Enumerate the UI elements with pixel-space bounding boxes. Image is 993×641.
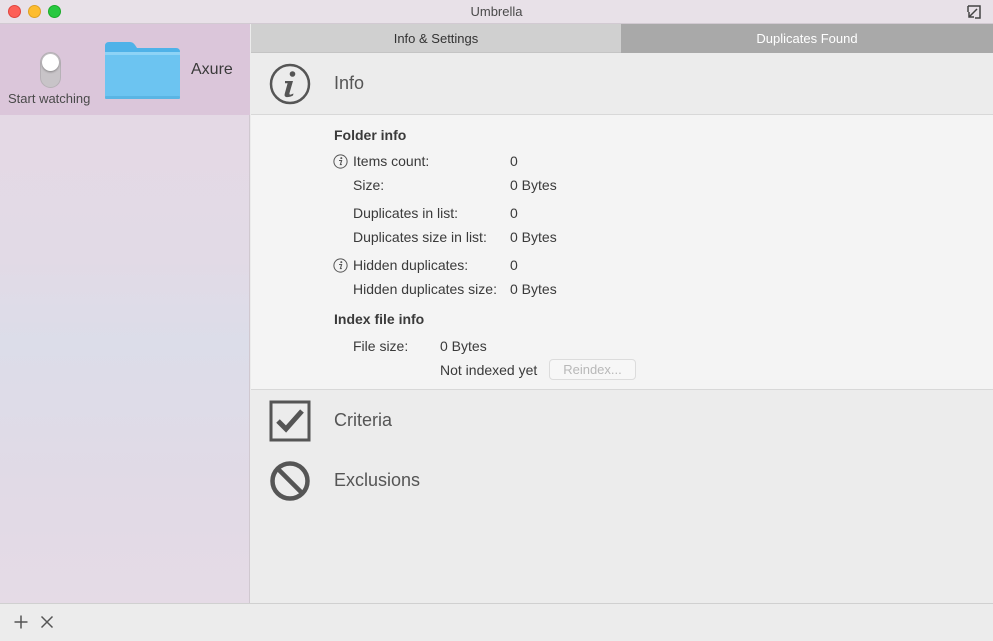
toggle-knob xyxy=(42,54,59,71)
hidden-duplicates-label: Hidden duplicates: xyxy=(353,257,469,273)
watched-folder-item[interactable]: Start watching Axure xyxy=(0,24,250,115)
reindex-button[interactable]: Reindex... xyxy=(549,359,636,380)
duplicates-size-value: 0 Bytes xyxy=(510,229,557,245)
criteria-section-header[interactable]: Criteria xyxy=(251,391,993,451)
exclusions-title: Exclusions xyxy=(334,470,421,490)
prohibited-icon xyxy=(270,461,310,501)
folder-info-heading: Folder info xyxy=(334,127,407,143)
info-section-header[interactable]: Info xyxy=(251,53,993,113)
size-label: Size: xyxy=(353,177,385,193)
hidden-duplicates-value: 0 xyxy=(510,257,518,273)
title-bar: Umbrella xyxy=(0,0,993,24)
watch-toggle[interactable] xyxy=(40,52,61,88)
duplicates-size-label: Duplicates size in list: xyxy=(353,229,487,245)
exit-fullscreen-icon[interactable] xyxy=(965,3,983,21)
duplicates-in-list-value: 0 xyxy=(510,205,518,221)
main-content: Info Folder info Items count: 0 Size: 0 … xyxy=(251,53,993,603)
info-icon xyxy=(269,63,311,105)
hidden-duplicates-size-label: Hidden duplicates size: xyxy=(353,281,497,297)
index-file-info-heading: Index file info xyxy=(334,311,425,327)
hidden-duplicates-info-icon[interactable] xyxy=(333,258,348,273)
plus-icon[interactable] xyxy=(13,614,29,630)
window-title: Umbrella xyxy=(470,4,523,19)
exclusions-section-header[interactable]: Exclusions xyxy=(251,451,993,511)
tab-bar: Info & Settings Duplicates Found xyxy=(251,24,993,53)
index-status: Not indexed yet xyxy=(440,362,538,378)
size-value: 0 Bytes xyxy=(510,177,557,193)
close-icon[interactable] xyxy=(39,614,55,630)
file-size-label: File size: xyxy=(353,338,409,354)
info-title: Info xyxy=(334,73,365,93)
tab-info-settings[interactable]: Info & Settings xyxy=(251,24,621,53)
start-watching-label: Start watching xyxy=(8,91,91,106)
footer-toolbar xyxy=(0,603,993,641)
duplicates-in-list-label: Duplicates in list: xyxy=(353,205,459,221)
items-count-label: Items count: xyxy=(353,153,430,169)
criteria-title: Criteria xyxy=(334,410,393,430)
sidebar: Start watching Axure xyxy=(0,24,250,603)
checkbox-checked-icon xyxy=(269,400,311,442)
items-count-value: 0 xyxy=(510,153,518,169)
hidden-duplicates-size-value: 0 Bytes xyxy=(510,281,557,297)
folder-icon xyxy=(105,42,180,99)
info-panel: Folder info Items count: 0 Size: 0 Bytes… xyxy=(251,114,993,390)
file-size-value: 0 Bytes xyxy=(440,338,487,354)
items-count-info-icon[interactable] xyxy=(333,154,348,169)
tab-duplicates-found[interactable]: Duplicates Found xyxy=(621,24,993,53)
folder-name: Axure xyxy=(191,61,233,78)
